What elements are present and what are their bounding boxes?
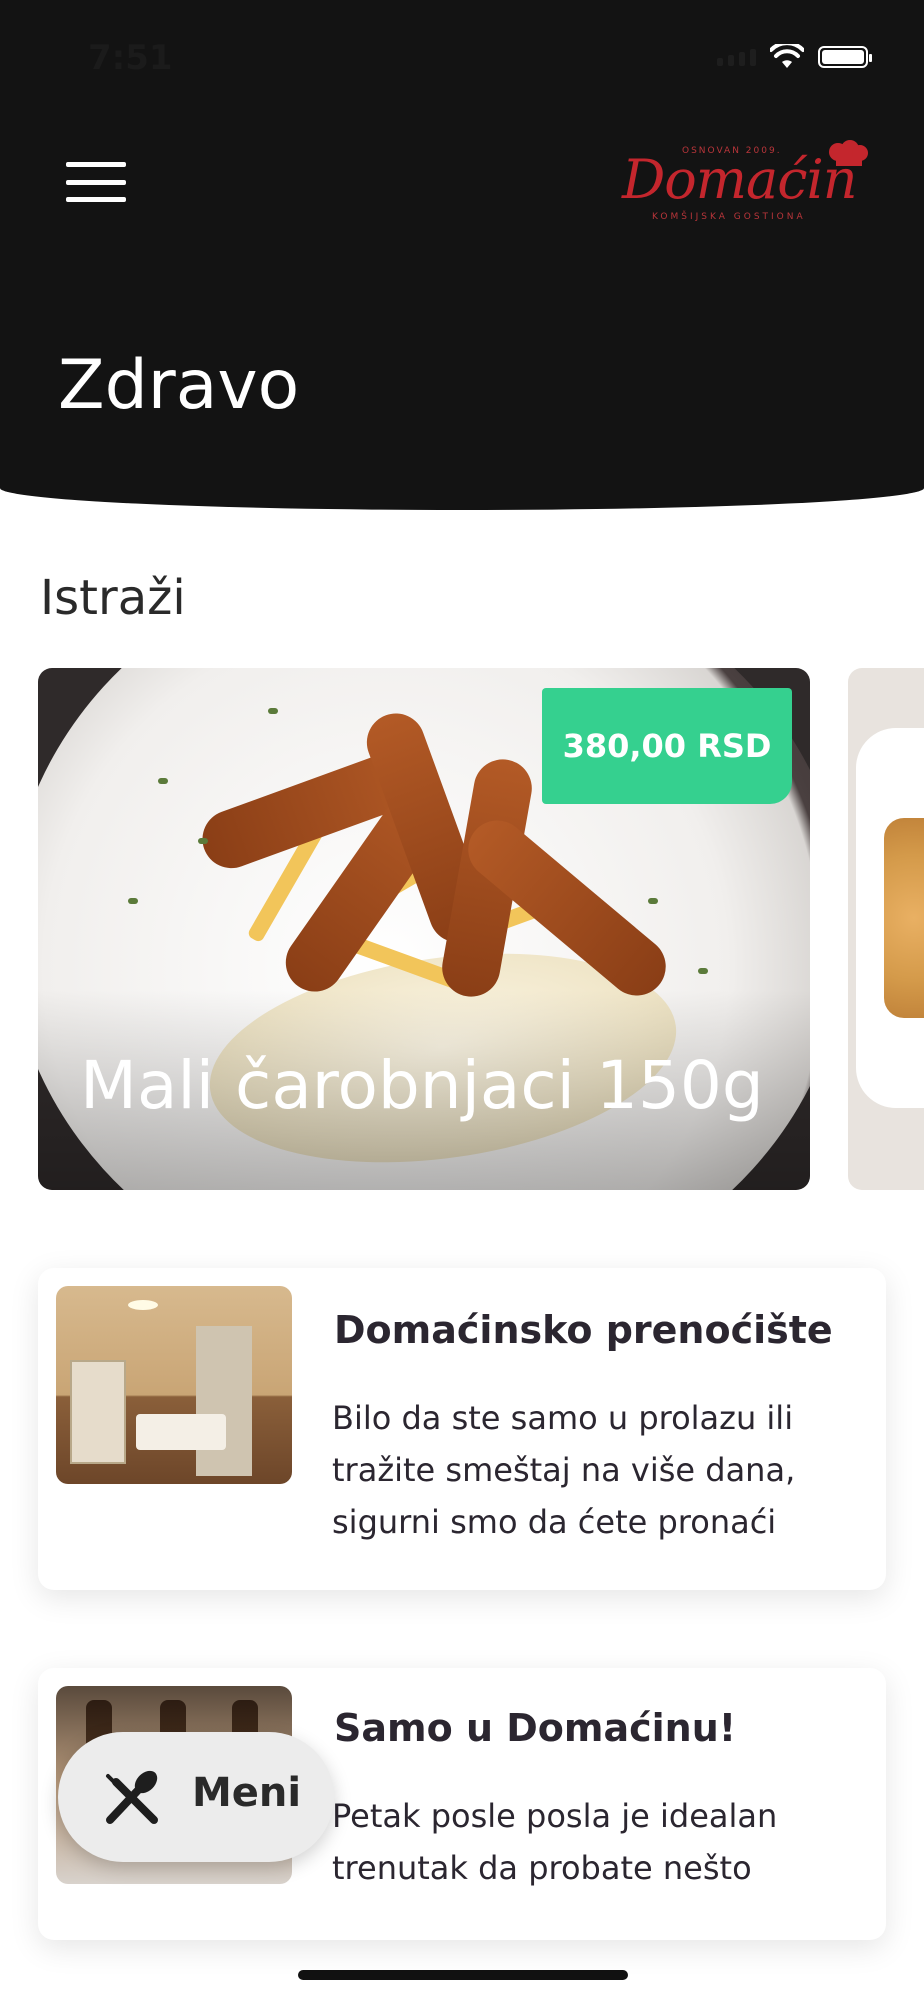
card-title: Domaćinsko prenoćište — [334, 1308, 833, 1352]
signal-icon — [717, 48, 756, 66]
battery-icon — [818, 46, 872, 68]
featured-item-title: Mali čarobnjaci 150g — [80, 1047, 764, 1124]
home-indicator[interactable] — [298, 1970, 628, 1980]
room-photo — [56, 1286, 292, 1484]
menu-button[interactable]: Meni — [58, 1732, 334, 1862]
price-badge: 380,00 RSD — [542, 688, 792, 804]
featured-item-card-next[interactable]: P — [848, 668, 924, 1190]
featured-carousel[interactable]: 380,00 RSD Mali čarobnjaci 150g P — [0, 668, 924, 1190]
card-title: Samo u Domaćinu! — [334, 1706, 737, 1750]
wifi-icon — [770, 44, 804, 68]
logo-name: Domaćin — [622, 148, 857, 211]
card-text: Bilo da ste samo u prolazu ili tražite s… — [332, 1399, 796, 1541]
explore-section-title: Istraži — [40, 570, 186, 626]
greeting-title: Zdravo — [58, 346, 300, 425]
info-card-accommodation[interactable]: Domaćinsko prenoćište Bilo da ste samo u… — [38, 1268, 886, 1590]
brand-logo: OSNOVAN 2009. Domaćin KOMŠIJSKA GOSTIONA — [622, 140, 870, 228]
card-text: Petak posle posla je idealan trenutak da… — [332, 1797, 778, 1887]
featured-item-card[interactable]: 380,00 RSD Mali čarobnjaci 150g — [38, 668, 810, 1190]
fork-knife-icon — [106, 1770, 158, 1824]
header: 7:51 OSNOVAN 2009. Domaćin KOMŠIJSKA GOS… — [0, 0, 924, 510]
logo-subtitle: KOMŠIJSKA GOSTIONA — [652, 212, 806, 222]
status-time: 7:51 — [88, 38, 173, 78]
chef-hat-icon — [829, 140, 868, 166]
status-icons — [717, 44, 872, 70]
menu-button-label: Meni — [192, 1770, 302, 1816]
featured-item-title: P — [888, 1047, 924, 1124]
hamburger-menu-icon[interactable] — [66, 162, 126, 202]
